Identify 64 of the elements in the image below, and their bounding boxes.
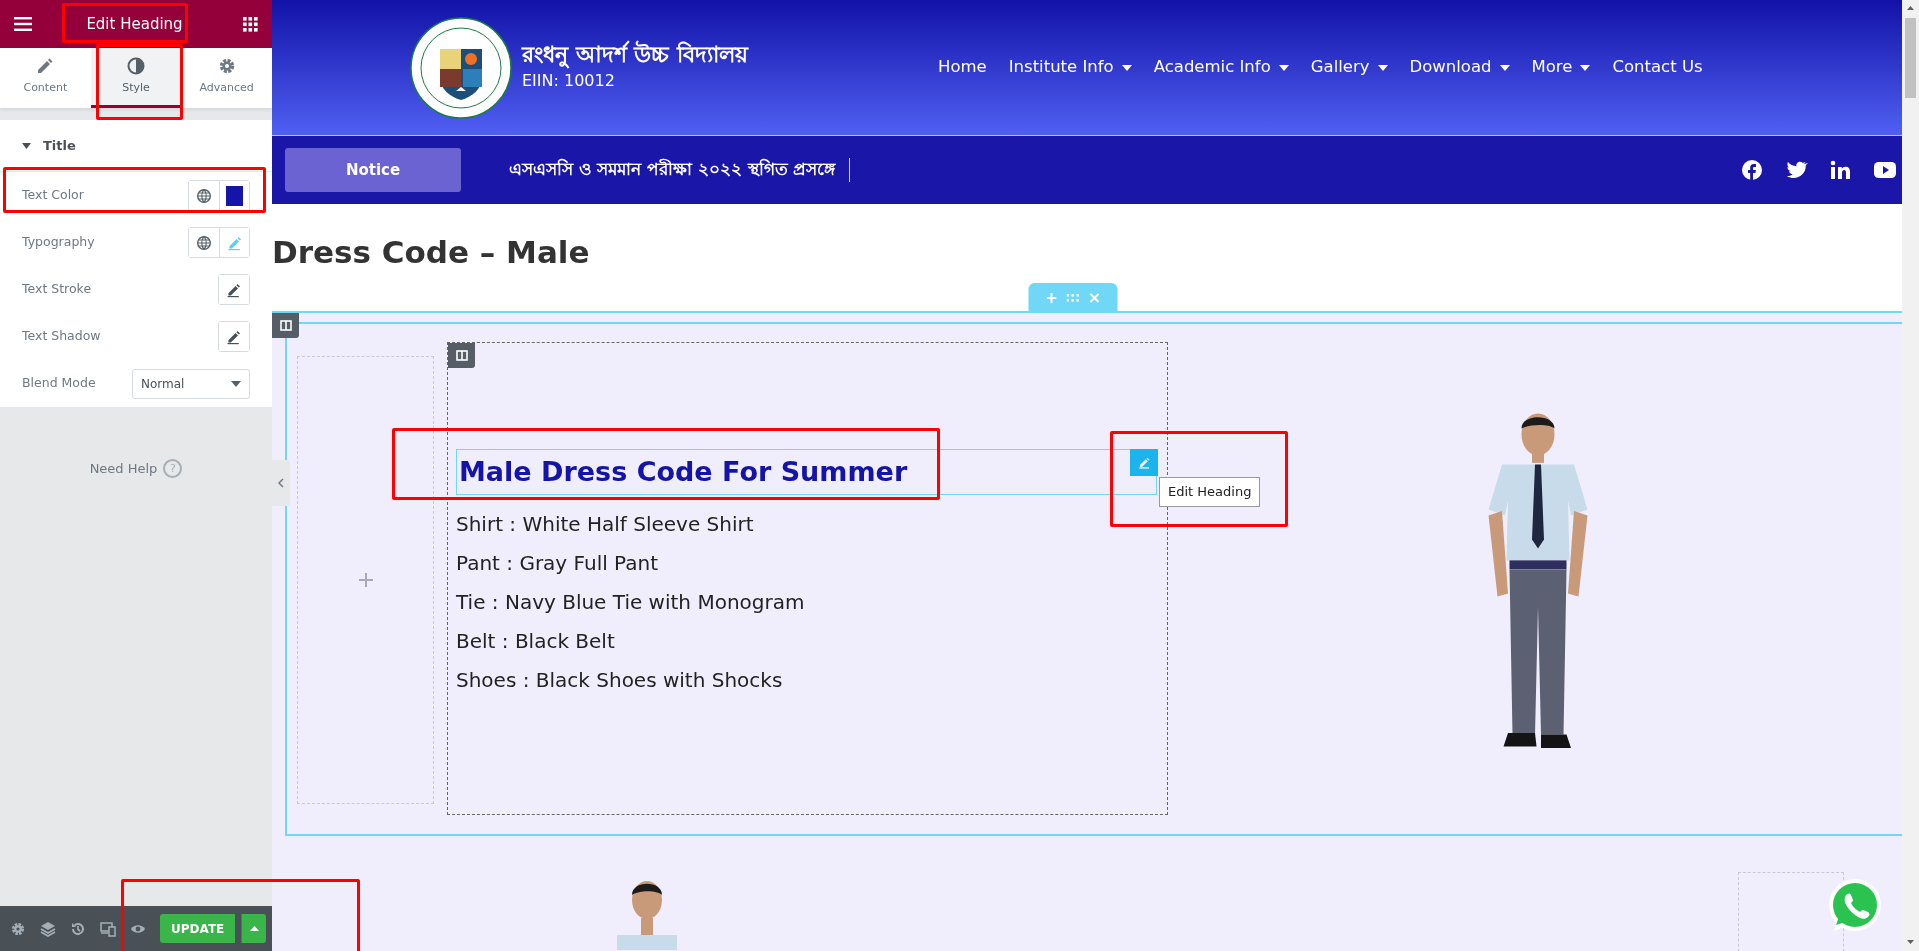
section-heading: Male Dress Code For Summer: [459, 456, 908, 489]
color-picker[interactable]: [219, 181, 249, 210]
nav-link[interactable]: Home: [938, 55, 987, 80]
notice-button[interactable]: Notice: [285, 148, 461, 192]
drag-handle-icon[interactable]: [1066, 294, 1079, 303]
control-label: Text Stroke: [22, 280, 92, 299]
nav-link[interactable]: Gallery: [1310, 55, 1388, 80]
contrast-icon: [126, 56, 146, 77]
pencil-icon: [1137, 456, 1151, 470]
columns-icon: [279, 320, 292, 332]
history-icon[interactable]: [70, 920, 87, 937]
editor-tab[interactable]: Content: [0, 48, 91, 108]
control-label: Blend Mode: [22, 374, 96, 393]
eiin-number: EIIN: 10012: [522, 69, 616, 92]
page-title: Dress Code – Male: [272, 234, 590, 272]
editor-tab[interactable]: Advanced: [181, 48, 272, 108]
nav-link[interactable]: Download: [1409, 55, 1510, 80]
notice-link[interactable]: এসএসসি ও সমমান পরীক্ষা ২০২২ স্থগিত প্রসঙ্গে: [509, 157, 851, 183]
list-item: Shoes : Black Shoes with Shocks: [456, 667, 784, 695]
caret-up-icon: [249, 926, 259, 931]
section-handle[interactable]: [272, 313, 299, 339]
chevron-left-icon: [278, 478, 284, 488]
editor-tab[interactable]: Style: [90, 48, 182, 108]
columns-icon: [455, 350, 468, 362]
globe-icon: [196, 234, 212, 251]
nav-link[interactable]: Contact Us: [1612, 55, 1703, 80]
control-label: Text Color: [22, 186, 84, 205]
facebook-icon[interactable]: [1742, 160, 1764, 180]
pencil-icon: [226, 234, 243, 251]
nav-link[interactable]: Institute Info: [1008, 55, 1132, 80]
control-label: Typography: [22, 233, 95, 252]
edit-heading-button[interactable]: [1130, 449, 1158, 477]
twitter-icon[interactable]: [1786, 160, 1808, 180]
devices-icon[interactable]: [100, 920, 117, 937]
nav-link[interactable]: Academic Info: [1153, 55, 1289, 80]
school-name: রংধনু আদর্শ উচ্চ বিদ্যালয়: [522, 42, 748, 69]
list-item: Shirt : White Half Sleeve Shirt: [456, 511, 755, 539]
list-item: Pant : Gray Full Pant: [456, 550, 660, 578]
help-link[interactable]: Need Help ?: [89, 459, 183, 479]
linkedin-icon[interactable]: [1830, 160, 1852, 180]
panel-title: Edit Heading: [86, 13, 183, 35]
caret-icon[interactable]: [22, 142, 31, 149]
tooltip: Edit Heading: [1159, 477, 1261, 507]
save-options-button[interactable]: [241, 914, 266, 943]
globe-icon: [196, 187, 212, 204]
pencil-icon: [226, 328, 242, 345]
pencil-icon: [226, 281, 242, 298]
menu-icon[interactable]: [14, 17, 32, 31]
caret-icon: [231, 380, 241, 387]
edit-button[interactable]: [219, 322, 249, 351]
scrollbar[interactable]: [1902, 0, 1919, 951]
blend-mode-select[interactable]: Normal: [132, 368, 250, 399]
layers-icon[interactable]: [40, 920, 57, 937]
nav-link[interactable]: More: [1531, 55, 1591, 80]
column-handle[interactable]: [448, 343, 475, 369]
list-item: Belt : Black Belt: [456, 628, 616, 656]
settings-icon[interactable]: [10, 920, 27, 937]
help-icon: ?: [163, 459, 183, 479]
section-title: Title: [43, 136, 76, 155]
apps-grid-icon[interactable]: [243, 16, 258, 32]
control-label: Text Shadow: [22, 327, 101, 346]
edit-button[interactable]: [219, 275, 249, 304]
list-item: Tie : Navy Blue Tie with Monogram: [456, 589, 806, 617]
youtube-icon[interactable]: [1874, 160, 1896, 180]
